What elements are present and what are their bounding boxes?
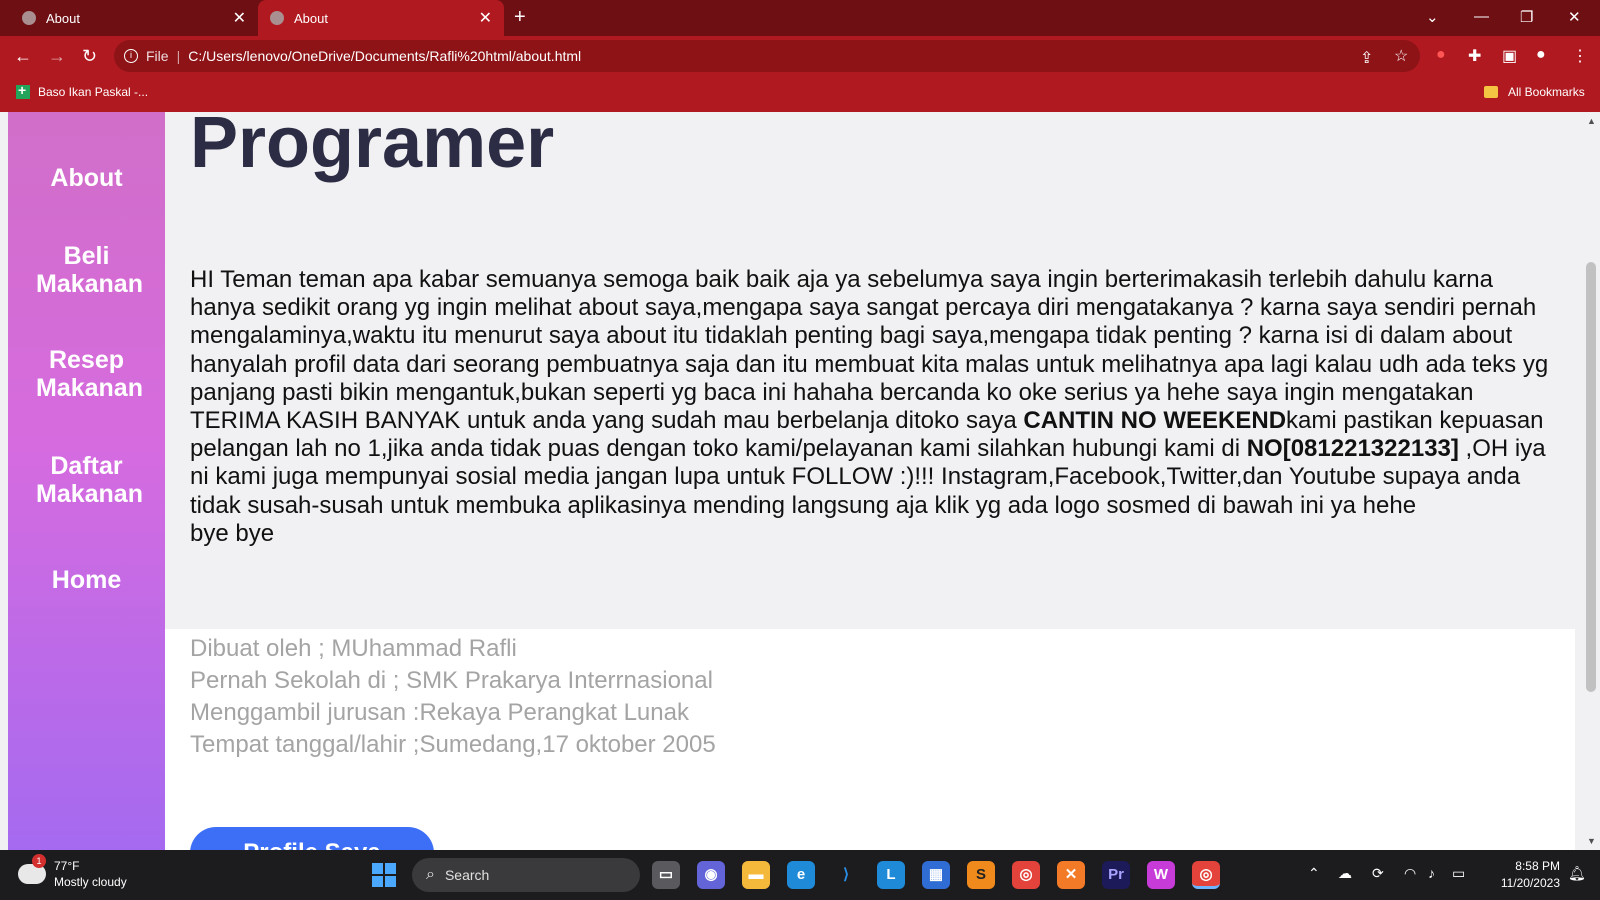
page-viewport: About Beli Makanan Resep Makanan Daftar …	[0, 112, 1600, 850]
window-close-button[interactable]: ✕	[1568, 8, 1581, 26]
search-placeholder: Search	[444, 867, 490, 883]
all-bookmarks[interactable]: All Bookmarks	[1484, 85, 1585, 99]
wifi-icon[interactable]: ◠	[1404, 865, 1416, 882]
restore-button[interactable]: ❐	[1520, 8, 1533, 26]
time: 8:58 PM	[1515, 859, 1560, 873]
folder-icon	[1484, 86, 1498, 98]
closing-text: bye bye	[190, 519, 275, 547]
l-app-icon[interactable]: L	[877, 861, 905, 889]
shop-name: CANTIN NO WEEKEND	[1023, 407, 1287, 435]
url-text[interactable]: C:/Users/lenovo/OneDrive/Documents/Rafli…	[188, 48, 581, 64]
info-creator: Dibuat oleh ; MUhammad Rafli	[190, 635, 517, 662]
cloud-icon: 1	[18, 854, 46, 884]
toolbar: ← → ↻ i File | C:/Users/lenovo/OneDrive/…	[0, 36, 1600, 76]
tab-title: About	[46, 10, 80, 26]
extension-red-icon[interactable]: ●	[1436, 46, 1446, 64]
sidepanel-icon[interactable]: ▣	[1502, 46, 1517, 66]
sidebar-item-home[interactable]: Home	[8, 566, 165, 594]
scroll-down-icon[interactable]: ▼	[1587, 836, 1596, 846]
taskbar: 1 77°F Mostly cloudy ⌕ Search ▭ ◉ ▬ e ⟩ …	[0, 850, 1600, 900]
bookmark-label: Baso Ikan Paskal -...	[38, 85, 149, 99]
chrome-icon[interactable]: ◎	[1012, 861, 1040, 889]
bookmark-baso-ikan[interactable]: Baso Ikan Paskal -...	[16, 82, 149, 99]
page-title: Programer	[190, 112, 555, 183]
info-major: Menggambil jurusan :Rekaya Perangkat Lun…	[190, 699, 689, 726]
info-school: Pernah Sekolah di ; SMK Prakarya Interrn…	[190, 667, 713, 694]
search-icon: ⌕	[426, 866, 435, 883]
date: 11/20/2023	[1500, 876, 1560, 890]
info-icon[interactable]: i	[124, 49, 138, 63]
weather-condition: Mostly cloudy	[54, 875, 127, 889]
tab-about-1[interactable]: About ✕	[10, 0, 258, 36]
premiere-icon[interactable]: Pr	[1102, 861, 1130, 889]
sidebar-item-about[interactable]: About	[8, 164, 165, 192]
scrollbar[interactable]: ▲ ▼	[1582, 112, 1600, 850]
tab-about-2[interactable]: About ✕	[258, 0, 504, 36]
sublime-icon[interactable]: S	[967, 861, 995, 889]
scroll-thumb[interactable]	[1586, 262, 1596, 692]
sidebar-item-beli-makanan[interactable]: Beli Makanan	[8, 242, 165, 298]
about-paragraph: HI Teman teman apa kabar semuanya semoga…	[190, 266, 1555, 548]
scheme-label: File	[146, 48, 169, 64]
vscode-icon[interactable]: ⟩	[832, 861, 860, 889]
onedrive-icon[interactable]: ☁	[1338, 865, 1352, 882]
edge-icon[interactable]: e	[787, 861, 815, 889]
bookmarks-bar: Baso Ikan Paskal -... All Bookmarks	[0, 76, 1600, 112]
forward-icon[interactable]: →	[48, 46, 66, 67]
info-birth: Tempat tanggal/lahir ;Sumedang,17 oktobe…	[190, 731, 716, 758]
file-explorer-icon[interactable]: ▬	[742, 861, 770, 889]
tab-strip: About ✕ About ✕ + ⌄ — ❐ ✕	[0, 0, 1600, 36]
divider: |	[176, 48, 181, 64]
profile-button[interactable]: Profile Saya	[190, 827, 434, 850]
all-bookmarks-label: All Bookmarks	[1508, 85, 1585, 99]
task-view-icon[interactable]: ▭	[652, 861, 680, 889]
weather-temp: 77°F	[54, 859, 80, 873]
phone-number: NO[081221322133]	[1246, 435, 1459, 463]
back-icon[interactable]: ←	[14, 46, 32, 67]
chevron-up-icon[interactable]: ⌃	[1308, 865, 1320, 882]
address-bar[interactable]: i File | C:/Users/lenovo/OneDrive/Docume…	[114, 40, 1420, 72]
weather-widget[interactable]: 1 77°F Mostly cloudy	[18, 854, 127, 890]
sidebar-item-daftar-makanan[interactable]: Daftar Makanan	[8, 452, 165, 508]
profile-icon[interactable]: ●	[1536, 46, 1546, 64]
sidebar-item-resep-makanan[interactable]: Resep Makanan	[8, 346, 165, 402]
tab-search-icon[interactable]: ⌄	[1426, 8, 1439, 26]
notification-icon[interactable]: 🔔︎	[1568, 865, 1586, 882]
star-icon[interactable]: ☆	[1394, 46, 1408, 66]
tab-title: About	[294, 10, 328, 26]
sheets-icon	[16, 82, 30, 99]
close-icon[interactable]: ✕	[479, 8, 492, 28]
taskbar-search[interactable]: ⌕ Search	[412, 858, 640, 892]
minimize-button[interactable]: —	[1474, 8, 1489, 25]
globe-icon	[22, 11, 36, 25]
profile-info-box: Dibuat oleh ; MUhammad Rafli Pernah Seko…	[165, 629, 1575, 850]
chrome-active-icon[interactable]: ◎	[1192, 861, 1220, 889]
scroll-up-icon[interactable]: ▲	[1587, 116, 1596, 126]
clock[interactable]: 8:58 PM 11/20/2023	[1488, 858, 1560, 892]
sync-icon[interactable]: ⟳	[1372, 865, 1384, 882]
notification-badge: 1	[32, 854, 46, 868]
menu-icon[interactable]: ⋮	[1572, 46, 1588, 66]
store-icon[interactable]: ▦	[922, 861, 950, 889]
share-icon[interactable]: ⇪	[1360, 48, 1373, 68]
sidebar: About Beli Makanan Resep Makanan Daftar …	[8, 112, 165, 850]
new-tab-button[interactable]: +	[514, 6, 526, 29]
wps-icon[interactable]: W	[1147, 861, 1175, 889]
xampp-icon[interactable]: ✕	[1057, 861, 1085, 889]
puzzle-icon[interactable]: ✚	[1468, 46, 1481, 66]
globe-icon	[270, 11, 284, 25]
reload-icon[interactable]: ↻	[82, 46, 97, 67]
start-button[interactable]	[372, 863, 396, 887]
close-icon[interactable]: ✕	[233, 8, 246, 28]
chat-icon[interactable]: ◉	[697, 861, 725, 889]
battery-icon[interactable]: ▭	[1452, 865, 1465, 882]
volume-icon[interactable]: ♪	[1428, 865, 1435, 881]
